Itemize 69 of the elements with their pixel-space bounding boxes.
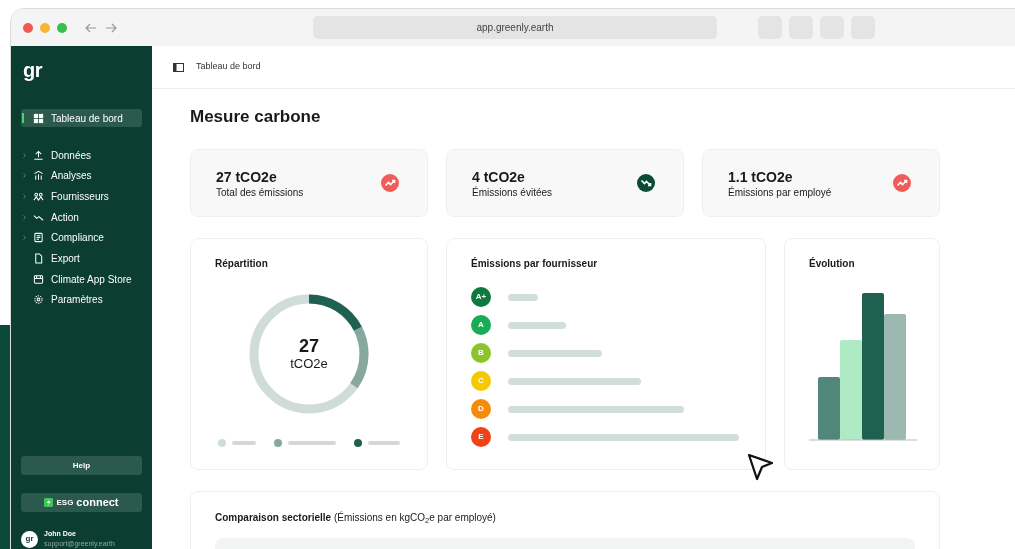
sidebar-item[interactable]: Export xyxy=(21,249,142,268)
sidebar-item-label: Données xyxy=(51,148,92,163)
sidebar-item[interactable]: Tableau de bord xyxy=(21,109,142,127)
chevron-icon xyxy=(23,214,26,220)
people-icon xyxy=(33,190,44,202)
esg-connect-button[interactable]: ESG connect xyxy=(21,493,142,512)
grade-badge: A xyxy=(471,315,491,335)
sidebar-item-label: Analyses xyxy=(51,169,92,184)
upload-icon xyxy=(33,149,44,161)
placeholder-bar xyxy=(508,293,538,301)
settings-icon xyxy=(33,294,44,306)
sidebar-item-label: Paramètres xyxy=(51,293,103,308)
esg-brand: ESG xyxy=(56,496,74,509)
donut-unit: tCO2e xyxy=(290,356,328,372)
chevron-icon xyxy=(23,173,26,179)
card-title: Comparaison sectorielle (Émissions en kgCO$_{2}$e par employé) xyxy=(215,510,497,525)
card-title: Émissions par fournisseur xyxy=(471,256,599,271)
chevron-icon xyxy=(23,193,26,199)
file-icon xyxy=(33,252,44,264)
sidebar-item-label: Fournisseurs xyxy=(51,189,109,204)
cursor-icon xyxy=(746,452,776,482)
sidebar-item[interactable]: Données xyxy=(21,146,142,164)
kpi-label: Émissions par employé xyxy=(728,185,832,199)
kpi-label: Émissions évitées xyxy=(472,185,553,199)
store-icon xyxy=(33,273,44,285)
document-icon xyxy=(33,232,44,244)
grade-badge: C xyxy=(471,371,491,391)
sidebar-item-label: Compliance xyxy=(51,231,104,246)
active-indicator xyxy=(22,113,24,123)
placeholder-bar xyxy=(508,321,566,329)
kpi-label: Total des émissions xyxy=(216,185,304,199)
card-title: Répartition xyxy=(214,257,268,271)
sidebar-item[interactable]: Action xyxy=(21,208,142,227)
sidebar-item-label: Export xyxy=(51,251,80,266)
page-title: Mesure carbone xyxy=(190,106,322,128)
grade-badge: E xyxy=(471,427,491,447)
card-title: Évolution xyxy=(809,256,856,271)
sidebar-item[interactable]: Fournisseurs xyxy=(21,187,142,206)
kpi-value: 1.1 tCO2e xyxy=(728,167,794,186)
legend-placeholder-bar xyxy=(288,441,336,445)
back-arrow-icon[interactable] xyxy=(85,22,97,33)
breadcrumb: Tableau de bord xyxy=(196,60,261,74)
sidebar-item[interactable]: Analyses xyxy=(21,166,142,185)
forward-arrow-icon[interactable] xyxy=(105,22,117,33)
sidebar-item[interactable]: Paramètres xyxy=(21,290,142,309)
grade-badge: D xyxy=(471,399,491,419)
esg-word: connect xyxy=(76,497,119,508)
sidebar-item[interactable]: Compliance xyxy=(21,228,142,247)
help-button[interactable]: Help xyxy=(21,456,142,475)
user-avatar[interactable]: gr xyxy=(21,530,38,548)
columns-icon xyxy=(33,170,44,182)
kpi-value: 27 tCO2e xyxy=(216,167,278,186)
logo[interactable]: gr xyxy=(21,60,142,86)
kpi-value: 4 tCO2e xyxy=(472,167,526,186)
grade-badge: B xyxy=(471,343,491,363)
sidebar-toggle-icon[interactable] xyxy=(173,62,184,72)
chevron-icon xyxy=(23,235,26,241)
legend-placeholder-bar xyxy=(232,441,256,445)
donut-value: 27 xyxy=(299,336,319,356)
legend-placeholder-bar xyxy=(368,441,400,445)
sidebar-item-label: Tableau de bord xyxy=(51,111,123,126)
lightning-icon xyxy=(44,498,54,507)
sidebar-item-label: Action xyxy=(51,210,79,225)
address-bar[interactable]: app.greenly.earth xyxy=(313,16,717,39)
sidebar-item[interactable]: Climate App Store xyxy=(21,270,142,289)
chevron-icon xyxy=(23,152,26,158)
grade-badge: A+ xyxy=(471,287,491,307)
sidebar-item-label: Climate App Store xyxy=(51,272,132,287)
grid-icon xyxy=(33,112,44,124)
